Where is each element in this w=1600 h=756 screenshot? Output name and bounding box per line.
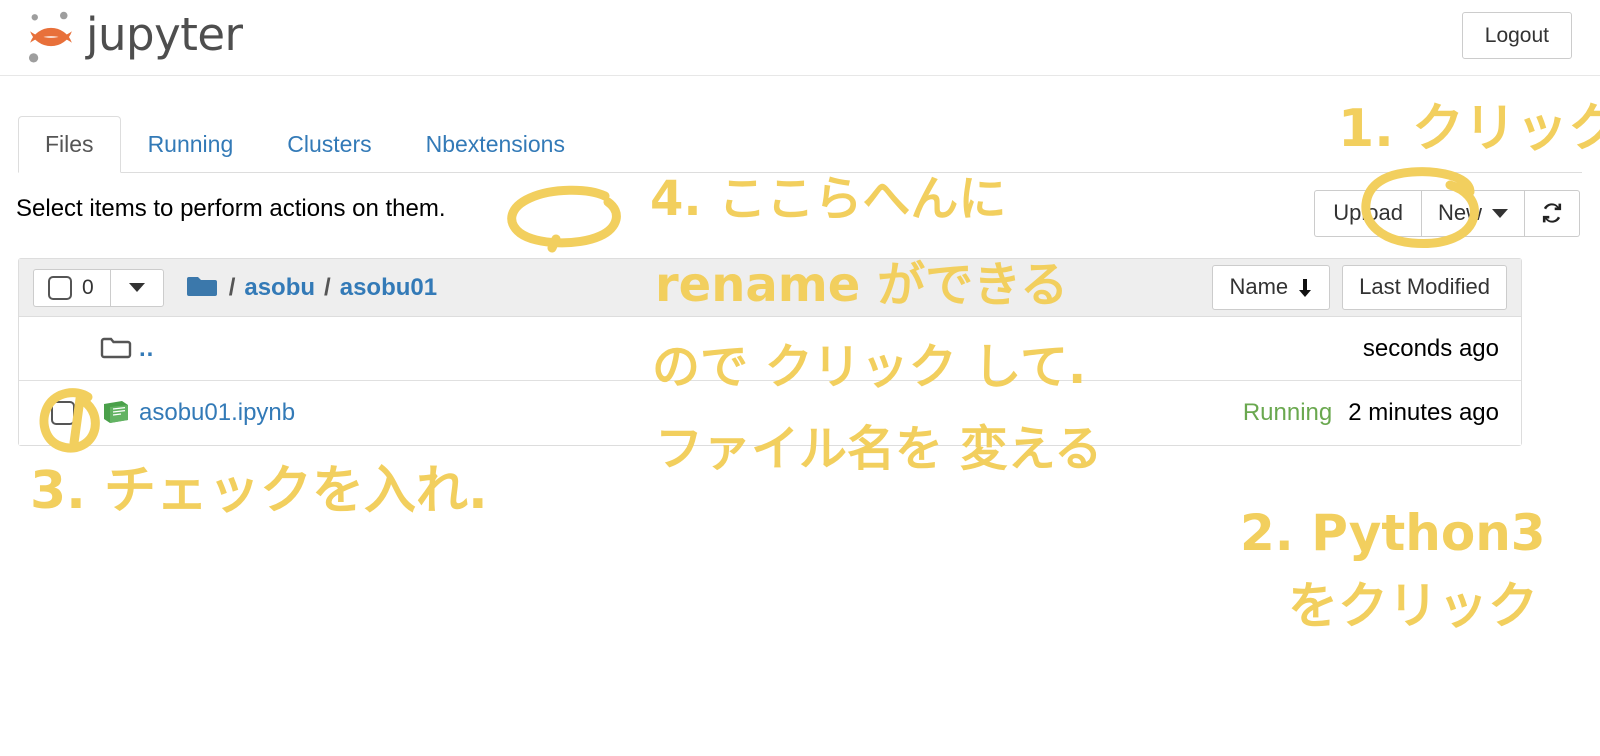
breadcrumb-sep-1: /	[324, 273, 331, 301]
row-modified: 2 minutes ago	[1348, 399, 1499, 426]
circle-blank-ellipse	[507, 185, 621, 253]
folder-outline-icon-wrap	[93, 336, 139, 362]
select-all-group: 0	[33, 268, 164, 307]
row-modified: seconds ago	[1362, 334, 1499, 362]
parent-directory-link[interactable]: ..	[139, 335, 154, 363]
chevron-down-icon	[128, 283, 145, 292]
folder-outline-icon	[100, 337, 132, 358]
page-header: jupyter Logout	[0, 0, 1600, 76]
new-button-label: New	[1437, 200, 1482, 225]
logout-button[interactable]: Logout	[1461, 12, 1572, 60]
notebook-icon-wrap	[93, 400, 139, 426]
row-meta: seconds ago	[1363, 335, 1499, 363]
file-list-panel: 0 / asobu / asobu01 Name Last Modified .…	[18, 258, 1522, 446]
select-all-checkbox[interactable]	[48, 275, 72, 300]
breadcrumb-item-asobu01[interactable]: asobu01	[340, 274, 437, 302]
select-all-checkbox-wrap[interactable]: 0	[33, 268, 110, 307]
note-3-check: 3. チェックを入れ.	[30, 461, 488, 521]
notebook-link[interactable]: asobu01.ipynb	[139, 399, 295, 427]
tab-clusters[interactable]: Clusters	[260, 116, 398, 173]
note-2-python3: 2. Python3	[1240, 504, 1546, 562]
chevron-down-icon	[1492, 208, 1508, 218]
select-all-dropdown-button[interactable]	[109, 268, 164, 307]
breadcrumb-sep-0: /	[228, 273, 236, 301]
jupyter-logo[interactable]: jupyter	[22, 8, 243, 66]
toolbar-actions: Upload New	[1314, 190, 1580, 237]
tab-files[interactable]: Files	[18, 116, 121, 173]
tab-nbextensions[interactable]: Nbextensions	[399, 116, 592, 173]
select-items-note: Select items to perform actions on them.	[16, 195, 446, 222]
notebook-icon	[104, 401, 128, 423]
sort-by-name-button[interactable]: Name	[1212, 265, 1331, 310]
sort-name-label: Name	[1229, 274, 1289, 300]
brand-text: jupyter	[86, 7, 243, 61]
refresh-icon	[1542, 203, 1562, 223]
refresh-button[interactable]	[1525, 190, 1580, 237]
arrow-down-icon	[1299, 278, 1312, 297]
folder-filled-icon[interactable]	[186, 275, 220, 301]
table-row[interactable]: .. seconds ago	[19, 317, 1521, 381]
note-4-around-here: 4. ここらへんに	[650, 171, 1007, 227]
table-row[interactable]: asobu01.ipynb Running 2 minutes ago	[19, 381, 1521, 445]
sort-by-modified-button[interactable]: Last Modified	[1342, 265, 1507, 310]
row-checkbox-slot	[33, 401, 93, 425]
sort-controls: Name Last Modified	[1212, 265, 1507, 310]
row-checkbox[interactable]	[51, 401, 75, 425]
new-button[interactable]: New	[1420, 190, 1525, 237]
upload-button[interactable]: Upload	[1314, 190, 1421, 237]
tab-running[interactable]: Running	[121, 116, 261, 173]
tab-bar: Files Running Clusters Nbextensions	[18, 115, 1582, 173]
status-badge: Running	[1242, 399, 1333, 426]
file-list-header: 0 / asobu / asobu01 Name Last Modified	[19, 259, 1521, 317]
row-meta: Running 2 minutes ago	[1243, 399, 1499, 427]
note-2-click: をクリック	[1288, 577, 1538, 635]
breadcrumb-item-asobu[interactable]: asobu	[244, 274, 315, 302]
jupyter-file-browser-page: jupyter Logout Files Running Clusters Nb…	[0, 0, 1600, 756]
jupyter-logo-icon	[28, 11, 72, 63]
selected-count: 0	[82, 275, 94, 299]
breadcrumb: / asobu / asobu01	[186, 274, 437, 302]
